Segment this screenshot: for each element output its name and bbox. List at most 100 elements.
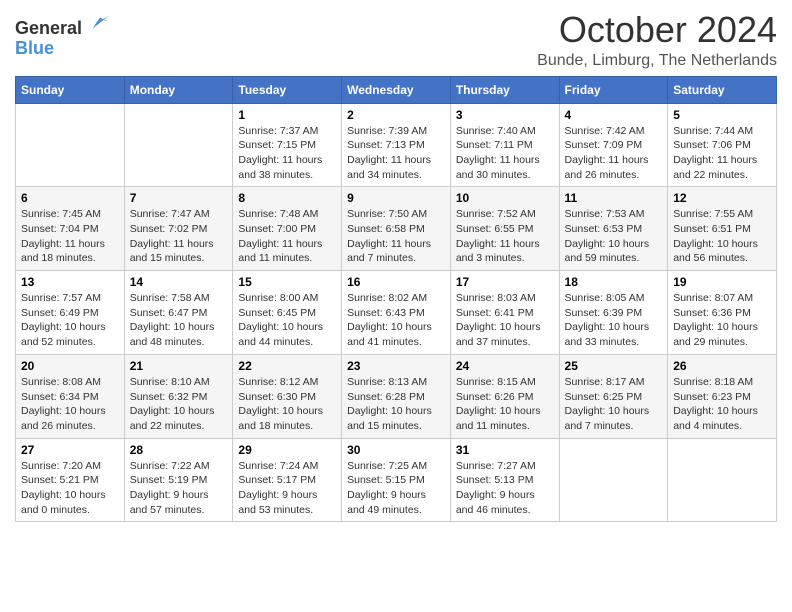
logo-general: General	[15, 18, 82, 38]
calendar-week-row: 27Sunrise: 7:20 AM Sunset: 5:21 PM Dayli…	[16, 438, 777, 522]
calendar-cell: 24 Sunrise: 8:15 AM Sunset: 6:26 PM Dayli…	[450, 354, 559, 438]
calendar-cell	[124, 103, 233, 187]
day-number: 25	[565, 359, 663, 373]
location-title: Bunde, Limburg, The Netherlands	[537, 52, 777, 70]
day-info: Sunrise: 8:05 AM Sunset: 6:39 PM Dayligh…	[565, 291, 663, 350]
day-info: Sunrise: 7:48 AM Sunset: 7:00 PM Dayligh…	[238, 207, 336, 266]
calendar-cell: 20Sunrise: 8:08 AM Sunset: 6:34 PM Dayli…	[16, 354, 125, 438]
day-number: 9	[347, 191, 445, 205]
day-info: Sunrise: 8:02 AM Sunset: 6:43 PM Dayligh…	[347, 291, 445, 350]
weekday-header-saturday: Saturday	[668, 76, 777, 103]
logo-text: General Blue	[15, 14, 111, 59]
day-info: Sunrise: 7:42 AM Sunset: 7:09 PM Dayligh…	[565, 124, 663, 183]
weekday-header-sunday: Sunday	[16, 76, 125, 103]
calendar-header-row: SundayMondayTuesdayWednesdayThursdayFrid…	[16, 76, 777, 103]
day-info: Sunrise: 8:12 AM Sunset: 6:30 PM Dayligh…	[238, 375, 336, 434]
weekday-header-thursday: Thursday	[450, 76, 559, 103]
day-info: Sunrise: 8:18 AM Sunset: 6:23 PM Dayligh…	[673, 375, 771, 434]
day-info: Sunrise: 7:37 AM Sunset: 7:15 PM Dayligh…	[238, 124, 336, 183]
calendar-cell: 8 Sunrise: 7:48 AM Sunset: 7:00 PM Daylig…	[233, 187, 342, 271]
day-info: Sunrise: 7:47 AM Sunset: 7:02 PM Dayligh…	[130, 207, 228, 266]
day-number: 24	[456, 359, 554, 373]
calendar-cell: 12Sunrise: 7:55 AM Sunset: 6:51 PM Dayli…	[668, 187, 777, 271]
day-info: Sunrise: 8:07 AM Sunset: 6:36 PM Dayligh…	[673, 291, 771, 350]
day-info: Sunrise: 7:39 AM Sunset: 7:13 PM Dayligh…	[347, 124, 445, 183]
day-number: 14	[130, 275, 228, 289]
calendar-cell: 11Sunrise: 7:53 AM Sunset: 6:53 PM Dayli…	[559, 187, 668, 271]
day-number: 5	[673, 108, 771, 122]
day-number: 8	[238, 191, 336, 205]
calendar-cell: 22Sunrise: 8:12 AM Sunset: 6:30 PM Dayli…	[233, 354, 342, 438]
weekday-header-monday: Monday	[124, 76, 233, 103]
calendar-cell: 21 Sunrise: 8:10 AM Sunset: 6:32 PM Dayli…	[124, 354, 233, 438]
day-number: 19	[673, 275, 771, 289]
day-number: 2	[347, 108, 445, 122]
calendar-cell: 29 Sunrise: 7:24 AM Sunset: 5:17 PM Dayli…	[233, 438, 342, 522]
calendar-cell: 4 Sunrise: 7:42 AM Sunset: 7:09 PM Daylig…	[559, 103, 668, 187]
day-number: 1	[238, 108, 336, 122]
calendar-cell: 7 Sunrise: 7:47 AM Sunset: 7:02 PM Daylig…	[124, 187, 233, 271]
calendar-cell: 13 Sunrise: 7:57 AM Sunset: 6:49 PM Dayli…	[16, 271, 125, 355]
day-number: 7	[130, 191, 228, 205]
calendar-week-row: 13 Sunrise: 7:57 AM Sunset: 6:49 PM Dayli…	[16, 271, 777, 355]
day-info: Sunrise: 7:52 AM Sunset: 6:55 PM Dayligh…	[456, 207, 554, 266]
weekday-header-wednesday: Wednesday	[342, 76, 451, 103]
day-number: 6	[21, 191, 119, 205]
day-number: 4	[565, 108, 663, 122]
calendar-cell: 2 Sunrise: 7:39 AM Sunset: 7:13 PM Daylig…	[342, 103, 451, 187]
calendar-cell: 17Sunrise: 8:03 AM Sunset: 6:41 PM Dayli…	[450, 271, 559, 355]
day-number: 21	[130, 359, 228, 373]
day-info: Sunrise: 8:17 AM Sunset: 6:25 PM Dayligh…	[565, 375, 663, 434]
day-number: 27	[21, 443, 119, 457]
day-number: 16	[347, 275, 445, 289]
calendar-cell: 19 Sunrise: 8:07 AM Sunset: 6:36 PM Dayli…	[668, 271, 777, 355]
day-number: 26	[673, 359, 771, 373]
calendar-cell: 15Sunrise: 8:00 AM Sunset: 6:45 PM Dayli…	[233, 271, 342, 355]
day-number: 17	[456, 275, 554, 289]
day-info: Sunrise: 8:08 AM Sunset: 6:34 PM Dayligh…	[21, 375, 119, 434]
day-number: 3	[456, 108, 554, 122]
day-number: 12	[673, 191, 771, 205]
calendar-cell: 14Sunrise: 7:58 AM Sunset: 6:47 PM Dayli…	[124, 271, 233, 355]
calendar-cell: 31 Sunrise: 7:27 AM Sunset: 5:13 PM Dayli…	[450, 438, 559, 522]
day-info: Sunrise: 7:45 AM Sunset: 7:04 PM Dayligh…	[21, 207, 119, 266]
day-info: Sunrise: 8:13 AM Sunset: 6:28 PM Dayligh…	[347, 375, 445, 434]
calendar-cell	[16, 103, 125, 187]
day-info: Sunrise: 7:53 AM Sunset: 6:53 PM Dayligh…	[565, 207, 663, 266]
logo-blue: Blue	[15, 38, 54, 58]
calendar-week-row: 1 Sunrise: 7:37 AM Sunset: 7:15 PM Daylig…	[16, 103, 777, 187]
calendar-cell: 30 Sunrise: 7:25 AM Sunset: 5:15 PM Dayli…	[342, 438, 451, 522]
weekday-header-friday: Friday	[559, 76, 668, 103]
calendar-cell	[668, 438, 777, 522]
calendar-week-row: 6 Sunrise: 7:45 AM Sunset: 7:04 PM Daylig…	[16, 187, 777, 271]
day-number: 18	[565, 275, 663, 289]
calendar-cell: 27Sunrise: 7:20 AM Sunset: 5:21 PM Dayli…	[16, 438, 125, 522]
day-info: Sunrise: 7:24 AM Sunset: 5:17 PM Dayligh…	[238, 459, 336, 518]
page-header: General Blue October 2024 Bunde, Limburg…	[15, 10, 777, 70]
calendar-cell: 3 Sunrise: 7:40 AM Sunset: 7:11 PM Daylig…	[450, 103, 559, 187]
logo: General Blue	[15, 14, 111, 59]
calendar-cell: 9 Sunrise: 7:50 AM Sunset: 6:58 PM Daylig…	[342, 187, 451, 271]
day-info: Sunrise: 7:57 AM Sunset: 6:49 PM Dayligh…	[21, 291, 119, 350]
title-block: October 2024 Bunde, Limburg, The Netherl…	[537, 10, 777, 70]
day-info: Sunrise: 7:27 AM Sunset: 5:13 PM Dayligh…	[456, 459, 554, 518]
day-info: Sunrise: 7:50 AM Sunset: 6:58 PM Dayligh…	[347, 207, 445, 266]
calendar-cell: 6 Sunrise: 7:45 AM Sunset: 7:04 PM Daylig…	[16, 187, 125, 271]
day-info: Sunrise: 8:10 AM Sunset: 6:32 PM Dayligh…	[130, 375, 228, 434]
day-info: Sunrise: 7:25 AM Sunset: 5:15 PM Dayligh…	[347, 459, 445, 518]
day-number: 30	[347, 443, 445, 457]
calendar-cell: 25 Sunrise: 8:17 AM Sunset: 6:25 PM Dayli…	[559, 354, 668, 438]
day-number: 13	[21, 275, 119, 289]
day-number: 31	[456, 443, 554, 457]
day-number: 29	[238, 443, 336, 457]
calendar-week-row: 20Sunrise: 8:08 AM Sunset: 6:34 PM Dayli…	[16, 354, 777, 438]
calendar-cell: 28Sunrise: 7:22 AM Sunset: 5:19 PM Dayli…	[124, 438, 233, 522]
calendar-cell: 26 Sunrise: 8:18 AM Sunset: 6:23 PM Dayli…	[668, 354, 777, 438]
calendar-cell: 23 Sunrise: 8:13 AM Sunset: 6:28 PM Dayli…	[342, 354, 451, 438]
calendar-cell	[559, 438, 668, 522]
calendar-cell: 16 Sunrise: 8:02 AM Sunset: 6:43 PM Dayli…	[342, 271, 451, 355]
calendar-cell: 5Sunrise: 7:44 AM Sunset: 7:06 PM Daylig…	[668, 103, 777, 187]
day-info: Sunrise: 7:40 AM Sunset: 7:11 PM Dayligh…	[456, 124, 554, 183]
day-number: 23	[347, 359, 445, 373]
day-info: Sunrise: 8:15 AM Sunset: 6:26 PM Dayligh…	[456, 375, 554, 434]
